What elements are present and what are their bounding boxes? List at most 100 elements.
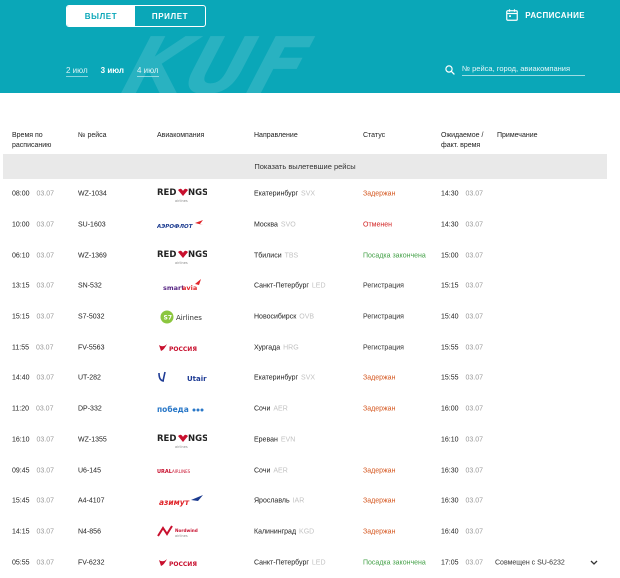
scheduled-date: 03.07 xyxy=(36,282,55,290)
destination-city: Ярославль xyxy=(254,497,290,505)
table-row[interactable]: 15:45 03.07 A4-4107 азимут Ярославль IAR … xyxy=(0,486,620,517)
svg-text:NGS: NGS xyxy=(188,250,207,260)
chevron-down-icon[interactable] xyxy=(590,560,598,566)
airline-logo-aeroflot: АЭРОФЛОТ xyxy=(157,220,203,230)
airline-logo-s7: S7 Airlines xyxy=(160,310,202,324)
table-row[interactable]: 14:40 03.07 UT-282 Utair Екатеринбург SVX… xyxy=(0,363,620,394)
expected-time: 16:30 03.07 xyxy=(441,498,483,505)
table-row[interactable]: 15:15 03.07 S7-5032 S7 Airlines Новосиби… xyxy=(0,302,620,333)
flight-number[interactable]: SU-1603 xyxy=(78,222,106,229)
svg-text:АЭРОФЛОТ: АЭРОФЛОТ xyxy=(157,224,194,230)
scheduled-date: 03.07 xyxy=(36,190,55,198)
expected-time-value: 16:00 xyxy=(441,405,459,413)
schedule-link[interactable]: РАСПИСАНИЕ xyxy=(506,9,585,21)
flight-number[interactable]: FV-6232 xyxy=(78,559,104,566)
table-row[interactable]: 10:00 03.07 SU-1603 АЭРОФЛОТ Москва SVO О… xyxy=(0,210,620,241)
flight-number[interactable]: WZ-1034 xyxy=(78,191,107,198)
flight-number[interactable]: UT-282 xyxy=(78,375,101,382)
table-row[interactable]: 16:10 03.07 WZ-1355 RED NGS airlines Ере… xyxy=(0,425,620,456)
scheduled-date: 03.07 xyxy=(36,252,55,260)
scheduled-time-value: 15:15 xyxy=(12,313,30,321)
flight-number[interactable]: S7-5032 xyxy=(78,314,104,321)
airline-logo-smartavia: smart avia xyxy=(163,279,201,292)
scheduled-time-value: 11:20 xyxy=(12,405,29,413)
expected-date: 03.07 xyxy=(465,344,484,352)
expected-date: 03.07 xyxy=(465,405,484,413)
svg-text:Nordwind: Nordwind xyxy=(175,528,198,533)
date-selector: 2 июл 3 июл 4 июл xyxy=(66,66,172,77)
destination: Хургада HRG xyxy=(254,344,299,351)
destination-city: Новосибирск xyxy=(254,313,297,321)
svg-text:NGS: NGS xyxy=(188,188,207,198)
airline-logo-azimuth: азимут xyxy=(159,495,203,507)
date-prev[interactable]: 2 июл xyxy=(66,66,88,77)
table-row[interactable]: 09:45 03.07 U6-145 URAL AIRLINES Сочи AER… xyxy=(0,455,620,486)
flight-number[interactable]: WZ-1369 xyxy=(78,252,107,259)
flight-status: Задержан xyxy=(363,405,396,413)
table-row[interactable]: 14:15 03.07 N4-856 Nordwind airlines Кал… xyxy=(0,517,620,548)
scheduled-time: 15:45 03.07 xyxy=(12,498,54,505)
col-status: Статус xyxy=(363,132,386,139)
scheduled-date: 03.07 xyxy=(35,405,54,413)
flight-number[interactable]: N4-856 xyxy=(78,528,101,535)
expected-time-value: 15:00 xyxy=(441,252,459,260)
flight-number[interactable]: FV-5563 xyxy=(78,344,104,351)
destination: Москва SVO xyxy=(254,222,296,229)
expected-date: 03.07 xyxy=(465,313,484,321)
date-current[interactable]: 3 июл xyxy=(101,66,124,77)
destination-code: IAR xyxy=(292,497,305,505)
expected-time: 14:30 03.07 xyxy=(441,191,483,198)
svg-text:RED: RED xyxy=(157,188,176,198)
table-row[interactable]: 13:15 03.07 SN-532 smart avia Санкт-Пете… xyxy=(0,271,620,302)
flight-status: Регистрация xyxy=(363,313,404,321)
svg-text:RED: RED xyxy=(157,250,176,260)
scheduled-date: 03.07 xyxy=(36,497,55,505)
scheduled-date: 03.07 xyxy=(36,313,55,321)
destination-code: SVX xyxy=(301,190,316,198)
expected-date: 03.07 xyxy=(465,374,484,382)
flight-number[interactable]: U6-145 xyxy=(78,467,101,474)
expected-time: 17:05 03.07 xyxy=(441,559,483,566)
svg-text:airlines: airlines xyxy=(175,261,188,265)
destination-city: Ереван xyxy=(254,436,278,444)
destination-code: SVO xyxy=(280,221,296,229)
flight-number[interactable]: DP-332 xyxy=(78,406,102,413)
scheduled-time: 11:55 03.07 xyxy=(12,344,53,351)
flight-number[interactable]: A4-4107 xyxy=(78,498,104,505)
destination-city: Санкт-Петербург xyxy=(254,559,309,567)
flight-number[interactable]: WZ-1355 xyxy=(78,436,107,443)
destination-city: Тбилиси xyxy=(254,252,282,260)
scheduled-time-value: 08:00 xyxy=(12,190,30,198)
date-next[interactable]: 4 июл xyxy=(136,66,159,77)
svg-text:Airlines: Airlines xyxy=(176,314,202,322)
svg-text:NGS: NGS xyxy=(188,434,207,444)
table-row[interactable]: 11:55 03.07 FV-5563 РОССИЯ Хургада HRG Ре… xyxy=(0,332,620,363)
flight-status: Отменен xyxy=(363,221,392,229)
table-row[interactable]: 08:00 03.07 WZ-1034 RED NGS airlines Ека… xyxy=(0,179,620,210)
table-row[interactable]: 06:10 03.07 WZ-1369 RED NGS airlines Тби… xyxy=(0,240,620,271)
scheduled-date: 03.07 xyxy=(36,436,55,444)
destination: Калининград KGD xyxy=(254,528,314,535)
destination-code: AER xyxy=(273,405,288,413)
scheduled-time-value: 13:15 xyxy=(12,282,30,290)
destination: Новосибирск OVB xyxy=(254,314,314,321)
col-note: Примечание xyxy=(497,132,538,139)
airline-logo-ural: URAL AIRLINES xyxy=(157,469,191,475)
direction-toggle[interactable]: ВЫЛЕТ ПРИЛЕТ xyxy=(66,5,206,27)
svg-text:РОССИЯ: РОССИЯ xyxy=(169,346,197,353)
destination: Екатеринбург SVX xyxy=(254,375,315,382)
show-departed-button[interactable]: Показать вылетевшие рейсы xyxy=(3,154,607,179)
table-row[interactable]: 05:55 03.07 FV-6232 РОССИЯ Санкт-Петербу… xyxy=(0,547,620,578)
expected-date: 03.07 xyxy=(465,467,484,475)
destination-city: Москва xyxy=(254,221,278,229)
arrival-tab[interactable]: ПРИЛЕТ xyxy=(135,6,205,26)
flight-number[interactable]: SN-532 xyxy=(78,283,102,290)
scheduled-time: 11:20 03.07 xyxy=(12,406,53,413)
destination-code: SVX xyxy=(301,374,316,382)
departure-tab[interactable]: ВЫЛЕТ xyxy=(67,6,135,26)
expected-time-value: 15:55 xyxy=(441,344,459,352)
search-input[interactable] xyxy=(462,63,585,76)
flight-status: Задержан xyxy=(363,190,396,198)
table-row[interactable]: 11:20 03.07 DP-332 победа Сочи AER Задерж… xyxy=(0,394,620,425)
svg-text:airlines: airlines xyxy=(175,445,188,449)
